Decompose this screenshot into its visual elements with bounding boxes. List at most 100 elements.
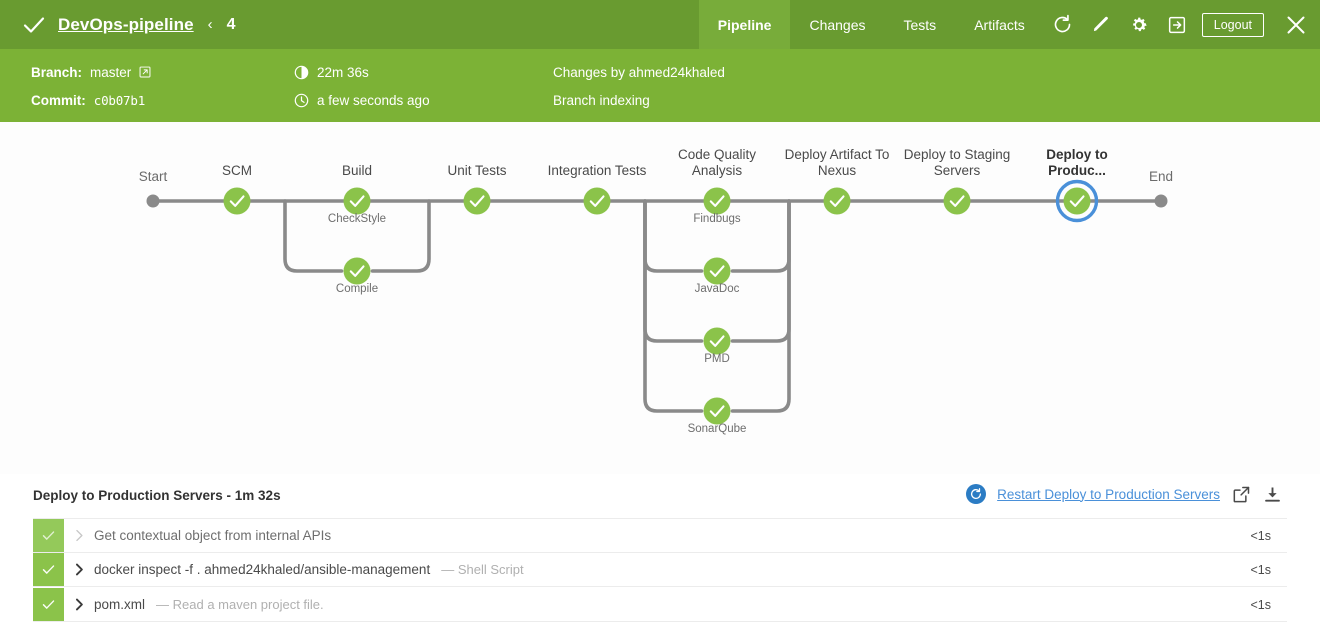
node-circle (224, 188, 251, 215)
node-circle (704, 328, 731, 355)
scroll-gutter[interactable] (1306, 474, 1320, 622)
restart-icon[interactable] (966, 484, 986, 504)
stage-label-end[interactable]: End (1149, 169, 1173, 185)
step-title: pom.xml (94, 597, 145, 612)
stage-label-integration-tests[interactable]: Integration Tests (548, 163, 647, 179)
tab-pipeline[interactable]: Pipeline (699, 0, 791, 49)
stage-label-unit-tests[interactable]: Unit Tests (447, 163, 506, 179)
node-circle (584, 188, 611, 215)
edit-pencil-icon[interactable] (1082, 0, 1120, 49)
step-duration: <1s (1250, 529, 1271, 543)
steps-panel: Deploy to Production Servers - 1m 32s Re… (0, 474, 1320, 622)
stage-label-deploy-to-staging-servers[interactable]: Deploy to Staging Servers (904, 147, 1011, 179)
stage-label-deploy-artifact-to-nexus[interactable]: Deploy Artifact To Nexus (785, 147, 890, 179)
parallel-label-checkstyle[interactable]: CheckStyle (328, 213, 386, 225)
stage-node-deploy-artifact-to-nexus[interactable] (824, 188, 851, 215)
commit-row: Commit: c0b07b1 (31, 86, 153, 114)
download-icon[interactable] (1262, 484, 1282, 504)
stage-label-start[interactable]: Start (139, 169, 168, 185)
external-link-icon[interactable] (1231, 484, 1251, 504)
stage-label-deploy-to-produc[interactable]: Deploy to Produc... (1046, 147, 1108, 179)
tab-changes[interactable]: Changes (790, 0, 884, 49)
stage-label-build[interactable]: Build (342, 163, 372, 179)
step-status-success-icon (33, 519, 64, 552)
end-node (1155, 195, 1168, 208)
commit-label: Commit: (31, 93, 86, 108)
check-icon (22, 13, 46, 37)
cause-row: Branch indexing (553, 86, 725, 114)
step-duration: <1s (1250, 598, 1271, 612)
node-circle (464, 188, 491, 215)
tab-artifacts[interactable]: Artifacts (955, 0, 1044, 49)
pipeline-graph-canvas (0, 122, 1320, 474)
duration-row: 22m 36s (293, 58, 430, 86)
step-duration: <1s (1250, 563, 1271, 577)
stage-node-integration-tests[interactable] (584, 188, 611, 215)
node-circle (344, 258, 371, 285)
parallel-node-sonarqube[interactable] (704, 398, 731, 425)
chevron-right-icon[interactable] (64, 529, 94, 542)
steps-actions: Restart Deploy to Production Servers (966, 484, 1282, 504)
parallel-node-compile[interactable] (344, 258, 371, 285)
step-title: Get contextual object from internal APIs (94, 528, 331, 543)
parallel-label-findbugs[interactable]: Findbugs (693, 213, 740, 225)
graph-edges (153, 201, 1161, 411)
close-icon[interactable] (1272, 0, 1320, 49)
chevron-right-icon[interactable] (64, 563, 94, 576)
graph-nodes (147, 182, 1168, 425)
logout-arrow-icon[interactable] (1158, 0, 1196, 49)
parallel-node-javadoc[interactable] (704, 258, 731, 285)
branch-label: Branch: (31, 65, 82, 80)
step-status-success-icon (33, 553, 64, 586)
pipeline-name-link[interactable]: DevOps-pipeline (58, 15, 194, 35)
graph-edge-branch (645, 201, 702, 271)
stage-node-unit-tests[interactable] (464, 188, 491, 215)
step-row[interactable]: Get contextual object from internal APIs… (33, 518, 1287, 553)
stage-node-build[interactable] (344, 188, 371, 215)
node-circle (944, 188, 971, 215)
stage-node-code-quality-analysis[interactable] (704, 188, 731, 215)
stage-label-code-quality-analysis[interactable]: Code Quality Analysis (678, 147, 756, 179)
chevron-left-icon[interactable]: ‹ (208, 16, 213, 33)
restart-stage-link[interactable]: Restart Deploy to Production Servers (997, 487, 1220, 502)
step-subtitle: — Shell Script (441, 562, 523, 577)
stage-node-scm[interactable] (224, 188, 251, 215)
clock-icon (293, 92, 309, 108)
parallel-label-compile[interactable]: Compile (336, 283, 378, 295)
node-circle (704, 258, 731, 285)
tab-tests[interactable]: Tests (885, 0, 956, 49)
header-nav: Pipeline Changes Tests Artifacts (699, 0, 1320, 49)
graph-edge-branch (373, 201, 430, 271)
graph-edge-branch (733, 201, 790, 271)
gear-icon[interactable] (1120, 0, 1158, 49)
parallel-label-pmd[interactable]: PMD (704, 353, 730, 365)
graph-edge-branch (645, 201, 702, 411)
run-number: 4 (227, 16, 236, 34)
run-details-scm: Branch: master Commit: c0b07b1 (31, 58, 153, 114)
changes-by-value: Changes by ahmed24khaled (553, 65, 725, 80)
cause-value: Branch indexing (553, 93, 650, 108)
parallel-label-javadoc[interactable]: JavaDoc (695, 283, 740, 295)
stage-label-scm[interactable]: SCM (222, 163, 252, 179)
header-identity: DevOps-pipeline ‹ 4 (0, 13, 236, 37)
node-circle (1064, 188, 1091, 215)
branch-value: master (90, 65, 131, 80)
logout-button[interactable]: Logout (1202, 13, 1264, 37)
step-row[interactable]: docker inspect -f . ahmed24khaled/ansibl… (33, 553, 1287, 587)
parallel-node-pmd[interactable] (704, 328, 731, 355)
replay-icon[interactable] (1044, 0, 1082, 49)
stage-node-deploy-to-staging-servers[interactable] (944, 188, 971, 215)
changes-by-row: Changes by ahmed24khaled (553, 58, 725, 86)
step-status-success-icon (33, 588, 64, 621)
start-node (147, 195, 160, 208)
commit-value[interactable]: c0b07b1 (94, 93, 145, 108)
blue-ocean-run-page: DevOps-pipeline ‹ 4 Pipeline Changes Tes… (0, 0, 1320, 622)
duration-icon (293, 64, 309, 80)
chevron-right-icon[interactable] (64, 598, 94, 611)
step-title: docker inspect -f . ahmed24khaled/ansibl… (94, 562, 430, 577)
graph-edge-branch (733, 201, 790, 411)
time-value: a few seconds ago (317, 93, 430, 108)
parallel-label-sonarqube[interactable]: SonarQube (688, 423, 747, 435)
external-link-icon[interactable] (137, 64, 153, 80)
step-row[interactable]: pom.xml— Read a maven project file.<1s (33, 588, 1287, 622)
